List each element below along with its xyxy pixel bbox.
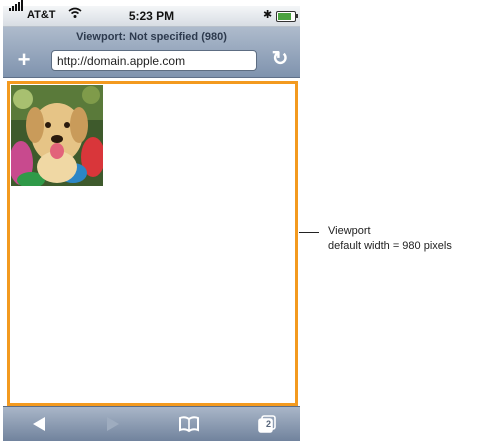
address-bar: Viewport: Not specified (980) + http://d… bbox=[3, 27, 300, 78]
reload-button[interactable]: ↻ bbox=[269, 48, 291, 70]
forward-icon[interactable] bbox=[101, 414, 125, 434]
viewport-area bbox=[7, 81, 298, 406]
status-bar: AT&T 5:23 PM ✱ bbox=[3, 0, 300, 27]
bottom-toolbar: 2 bbox=[3, 406, 300, 441]
clock: 5:23 PM bbox=[128, 9, 175, 23]
callout-line bbox=[299, 232, 319, 233]
url-field[interactable]: http://domain.apple.com bbox=[51, 50, 257, 71]
annotation-detail: default width = 980 pixels bbox=[328, 240, 452, 252]
battery-icon bbox=[276, 11, 298, 22]
iphone-screen: AT&T 5:23 PM ✱ Viewport: Not specified (… bbox=[0, 0, 303, 441]
add-bookmark-button[interactable]: + bbox=[13, 49, 35, 71]
bookmarks-icon[interactable] bbox=[177, 414, 201, 434]
annotation-title: Viewport bbox=[328, 225, 371, 237]
page-title: Viewport: Not specified (980) bbox=[76, 31, 227, 43]
viewport-annotation: Viewport default width = 980 pixels bbox=[328, 224, 452, 254]
back-icon[interactable] bbox=[27, 414, 51, 434]
bluetooth-icon: ✱ bbox=[263, 9, 273, 21]
pages-count: 2 bbox=[265, 419, 271, 429]
pages-icon[interactable]: 2 bbox=[255, 414, 279, 434]
dog-photo bbox=[11, 85, 103, 186]
